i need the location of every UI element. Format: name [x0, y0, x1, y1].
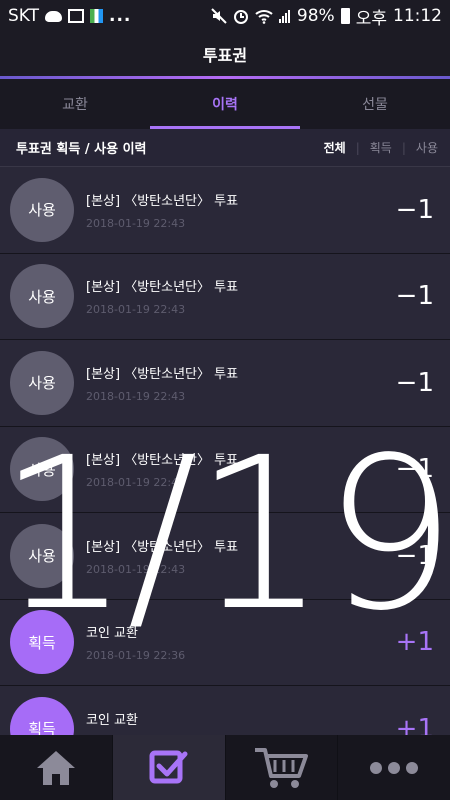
- history-row[interactable]: 획득 코인 교환 2018-01-19 22:36 +1: [0, 599, 450, 686]
- history-amount: −1: [395, 367, 434, 398]
- history-name: 코인 교환: [86, 626, 138, 642]
- tab-bar: 교환 이력 선물: [0, 79, 450, 129]
- tab-gift-label: 선물: [362, 97, 388, 113]
- more-icon: [370, 761, 419, 774]
- image-icon: [68, 9, 85, 23]
- filter-gain[interactable]: 획득: [370, 139, 392, 156]
- history-date: 2018-01-19 22:36: [86, 649, 186, 663]
- tab-exchange-label: 교환: [62, 97, 88, 113]
- nav-vote[interactable]: [112, 735, 226, 800]
- history-name: [본상] 〈방탄소년단〉 투표: [86, 453, 239, 469]
- history-name: [본상] 〈방탄소년단〉 투표: [86, 280, 239, 296]
- history-section-header: 투표권 획득 / 사용 이력 전체 | 획득 | 사용: [0, 129, 450, 167]
- section-title: 투표권 획득 / 사용 이력: [16, 142, 147, 157]
- more-notifications-icon: ...: [109, 6, 132, 26]
- signal-icon: [278, 10, 290, 23]
- mute-icon: [211, 8, 227, 24]
- tab-exchange[interactable]: 교환: [0, 79, 150, 129]
- history-amount: +1: [395, 627, 434, 658]
- type-badge: 사용: [10, 437, 74, 502]
- history-amount: +1: [395, 713, 434, 735]
- carrier-label: SKT: [8, 6, 40, 26]
- history-date: 2018-01-19 22:43: [86, 476, 186, 490]
- history-row[interactable]: 사용 [본상] 〈방탄소년단〉 투표 2018-01-19 22:43 −1: [0, 253, 450, 340]
- history-row[interactable]: 사용 [본상] 〈방탄소년단〉 투표 2018-01-19 22:43 −1: [0, 340, 450, 427]
- filter-divider: |: [401, 140, 406, 155]
- battery-percent: 98%: [296, 6, 335, 26]
- cart-icon: [255, 747, 309, 788]
- history-amount: −1: [395, 281, 434, 312]
- history-row[interactable]: 사용 [본상] 〈방탄소년단〉 투표 2018-01-19 22:43 −1: [0, 426, 450, 513]
- type-badge: 획득: [10, 696, 74, 735]
- history-info: [본상] 〈방탄소년단〉 투표 2018-01-19 22:43: [86, 276, 396, 316]
- history-name: [본상] 〈방탄소년단〉 투표: [86, 539, 239, 555]
- filter-use[interactable]: 사용: [416, 139, 438, 156]
- type-badge: 사용: [10, 177, 74, 242]
- history-row[interactable]: 사용 [본상] 〈방탄소년단〉 투표 2018-01-19 22:43 −1: [0, 513, 450, 600]
- history-info: 코인 교환2018-01-19 22:36: [86, 709, 396, 735]
- wifi-icon: [255, 10, 273, 24]
- filter-group: 전체 | 획득 | 사용: [324, 139, 438, 156]
- alarm-icon: [233, 10, 248, 24]
- clock: 11:12: [393, 6, 442, 26]
- history-info: [본상] 〈방탄소년단〉 투표 2018-01-19 22:43: [86, 536, 396, 576]
- type-badge: 사용: [10, 264, 74, 329]
- filter-all[interactable]: 전체: [324, 139, 346, 156]
- filter-divider: |: [355, 140, 360, 155]
- home-icon: [36, 750, 75, 785]
- vote-check-icon: [149, 750, 188, 783]
- tab-gift[interactable]: 선물: [300, 79, 450, 129]
- nav-shop[interactable]: [226, 735, 339, 800]
- history-name: 코인 교환: [86, 712, 138, 728]
- history-amount: −1: [395, 194, 434, 225]
- app-grid-icon: [90, 9, 104, 23]
- history-name: [본상] 〈방탄소년단〉 투표: [86, 366, 239, 382]
- battery-icon: [340, 8, 350, 24]
- history-amount: −1: [395, 454, 434, 485]
- history-date: 2018-01-19 22:43: [86, 562, 186, 576]
- type-badge: 사용: [10, 350, 74, 415]
- tab-history[interactable]: 이력: [150, 79, 300, 129]
- tab-history-label: 이력: [212, 97, 238, 113]
- nav-home[interactable]: [0, 735, 113, 800]
- status-bar: SKT ... 98% 오후 11:12: [0, 0, 450, 32]
- history-info: [본상] 〈방탄소년단〉 투표 2018-01-19 22:43: [86, 190, 396, 230]
- history-info: 코인 교환 2018-01-19 22:36: [86, 622, 396, 662]
- history-amount: −1: [395, 540, 434, 571]
- history-row[interactable]: 획득 코인 교환2018-01-19 22:36+1: [0, 686, 450, 735]
- nav-more[interactable]: [338, 735, 450, 800]
- history-info: [본상] 〈방탄소년단〉 투표 2018-01-19 22:43: [86, 363, 396, 403]
- bottom-nav: [0, 735, 450, 800]
- cloud-icon: [45, 10, 63, 22]
- history-name: [본상] 〈방탄소년단〉 투표: [86, 193, 239, 209]
- history-date: 2018-01-19 22:43: [86, 303, 186, 317]
- type-badge: 획득: [10, 610, 74, 675]
- title-bar: 투표권: [0, 32, 450, 76]
- history-list[interactable]: 사용 [본상] 〈방탄소년단〉 투표 2018-01-19 22:43 −1 사용 [본상…: [0, 167, 450, 735]
- history-date: 2018-01-19 22:43: [86, 216, 186, 230]
- type-badge: 사용: [10, 523, 74, 588]
- history-date: 2018-01-19 22:43: [86, 389, 186, 403]
- page-title: 투표권: [202, 46, 248, 65]
- history-info: [본상] 〈방탄소년단〉 투표 2018-01-19 22:43: [86, 449, 396, 489]
- ampm-label: 오후: [355, 8, 387, 29]
- history-row[interactable]: 사용 [본상] 〈방탄소년단〉 투표 2018-01-19 22:43 −1: [0, 167, 450, 254]
